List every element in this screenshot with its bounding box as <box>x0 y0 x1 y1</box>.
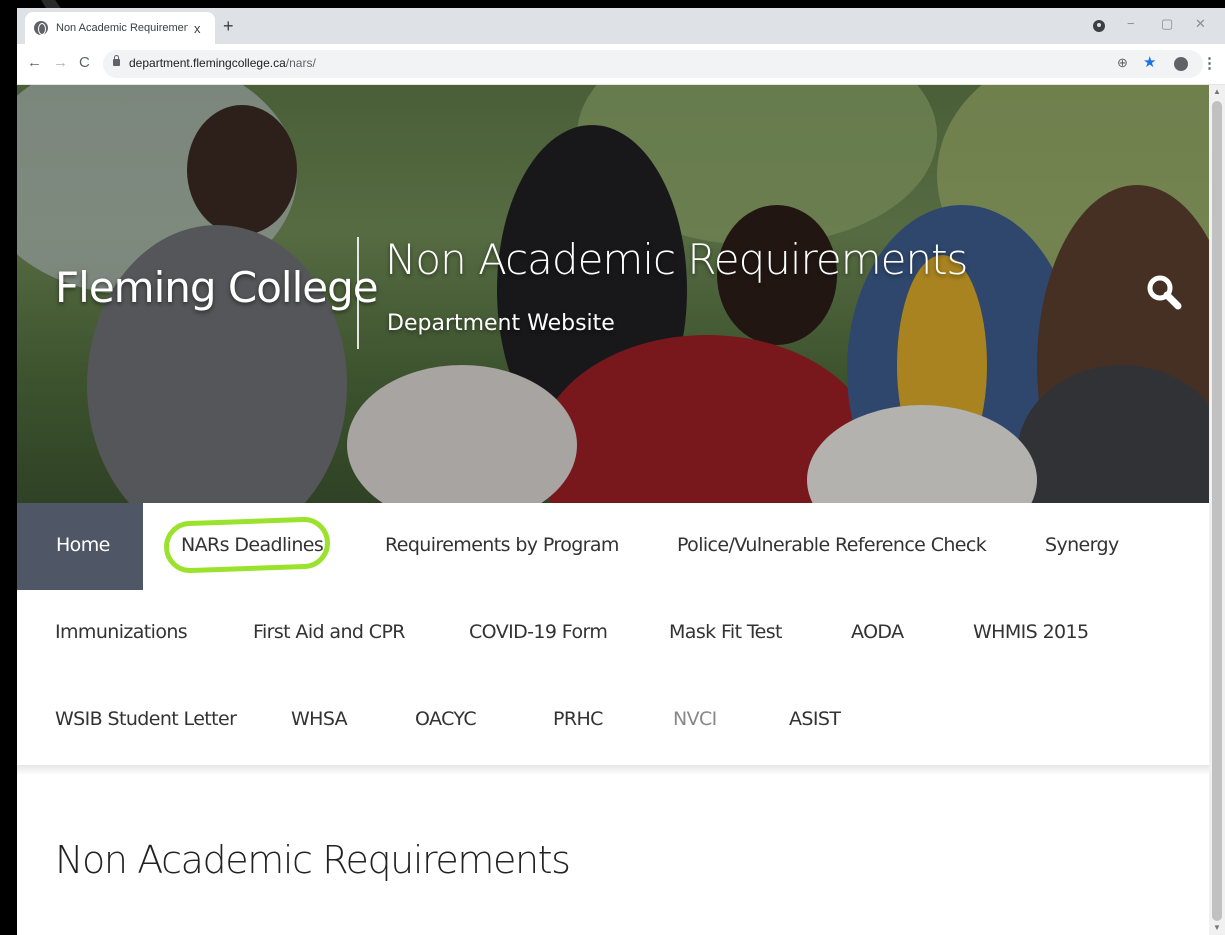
menu-item-police-check[interactable]: Police/Vulnerable Reference Check <box>677 534 987 556</box>
menu-item-nvci[interactable]: NVCI <box>673 708 717 730</box>
url-text: department.flemingcollege.ca/nars/ <box>129 56 316 70</box>
menu-item-first-aid-cpr[interactable]: First Aid and CPR <box>253 621 406 643</box>
menu-item-prhc[interactable]: PRHC <box>553 708 603 730</box>
menu-item-requirements-by-program[interactable]: Requirements by Program <box>385 534 619 556</box>
page-title: Non Academic Requirements <box>55 838 571 882</box>
close-window-button[interactable]: ✕ <box>1195 16 1206 32</box>
scroll-down-arrow-icon[interactable]: ▼ <box>1213 923 1221 932</box>
tab-title: Non Academic Requirements | D <box>56 22 188 34</box>
menu-divider <box>17 765 1209 775</box>
menu-item-aoda[interactable]: AODA <box>851 621 904 643</box>
menu-kebab-icon[interactable]: ⋮ <box>1202 54 1217 72</box>
menu-item-label: Home <box>56 534 110 556</box>
browser-toolbar: ← → C department.flemingcollege.ca/nars/… <box>17 44 1225 85</box>
back-button[interactable]: ← <box>27 54 42 72</box>
scrollbar-thumb[interactable] <box>1212 101 1222 921</box>
hero-divider <box>357 237 359 349</box>
new-tab-button[interactable]: + <box>223 16 234 36</box>
tab-strip: Non Academic Requirements | D x + − ▢ ✕ <box>17 8 1225 44</box>
reload-button[interactable]: C <box>79 54 90 72</box>
menu-item-whsa[interactable]: WHSA <box>291 708 348 730</box>
zoom-icon[interactable]: ⊕ <box>1117 55 1128 71</box>
menu-item-home[interactable]: Home <box>17 503 143 590</box>
menu-item-whmis[interactable]: WHMIS 2015 <box>973 621 1089 643</box>
page-scrollbar[interactable]: ▲ ▼ <box>1209 85 1225 935</box>
maximize-button[interactable]: ▢ <box>1161 16 1173 32</box>
site-subtitle: Department Website <box>387 311 615 336</box>
scroll-up-arrow-icon[interactable]: ▲ <box>1213 87 1221 96</box>
menu-item-mask-fit-test[interactable]: Mask Fit Test <box>669 621 783 643</box>
brand-logo[interactable]: Fleming College <box>55 263 379 312</box>
menu-item-oacyc[interactable]: OACYC <box>415 708 477 730</box>
tab-close-button[interactable]: x <box>194 21 201 36</box>
lock-icon <box>113 55 120 66</box>
hero-banner: Fleming College Non Academic Requirement… <box>17 85 1209 503</box>
browser-window: Non Academic Requirements | D x + − ▢ ✕ … <box>17 8 1225 935</box>
address-bar[interactable]: department.flemingcollege.ca/nars/ ⊕ ★ <box>103 50 1203 78</box>
extension-icon[interactable] <box>1093 20 1105 32</box>
bookmark-star-icon[interactable]: ★ <box>1143 53 1156 71</box>
globe-icon <box>34 21 48 35</box>
menu-item-asist[interactable]: ASIST <box>789 708 841 730</box>
search-icon[interactable] <box>1145 273 1185 313</box>
menu-item-covid-form[interactable]: COVID-19 Form <box>469 621 608 643</box>
main-menu: Home NARs Deadlines Requirements by Prog… <box>17 503 1209 765</box>
forward-button[interactable]: → <box>53 54 68 72</box>
site-title: Non Academic Requirements <box>385 235 968 284</box>
url-path: /nars/ <box>285 56 316 70</box>
menu-item-wsib-student-letter[interactable]: WSIB Student Letter <box>55 708 237 730</box>
url-host: department.flemingcollege.ca <box>129 56 286 70</box>
menu-item-nars-deadlines[interactable]: NARs Deadlines <box>181 534 324 556</box>
menu-item-synergy[interactable]: Synergy <box>1045 534 1119 556</box>
profile-avatar-icon[interactable] <box>1174 57 1188 71</box>
minimize-button[interactable]: − <box>1127 16 1135 31</box>
browser-tab[interactable]: Non Academic Requirements | D x <box>25 12 215 44</box>
menu-item-immunizations[interactable]: Immunizations <box>55 621 188 643</box>
